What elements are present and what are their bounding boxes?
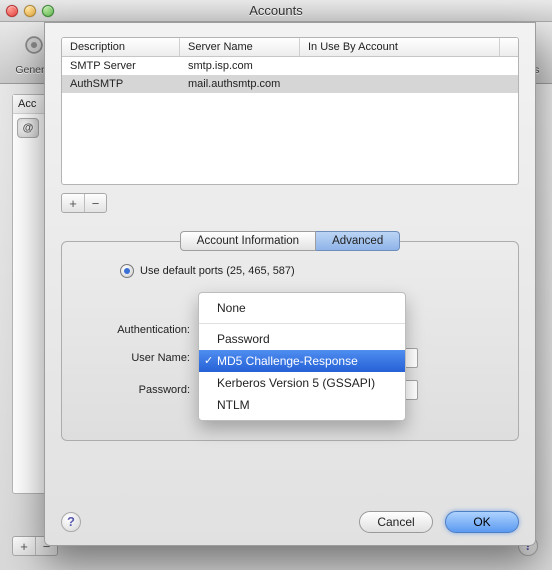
password-label: Password: [80, 384, 190, 396]
sidebar-header: Acc [13, 95, 47, 114]
auth-option-kerberos[interactable]: Kerberos Version 5 (GSSAPI) [199, 372, 405, 394]
cancel-button[interactable]: Cancel [359, 511, 433, 533]
auth-option-none[interactable]: None [199, 297, 405, 319]
column-server-name[interactable]: Server Name [180, 38, 300, 56]
column-description[interactable]: Description [62, 38, 180, 56]
cell-in-use-by [300, 75, 518, 93]
cell-description: AuthSMTP [62, 75, 180, 93]
username-label: User Name: [80, 352, 190, 364]
default-ports-row[interactable]: Use default ports (25, 465, 587) [120, 264, 500, 278]
radio-default-ports[interactable] [120, 264, 134, 278]
sidebar-add-button[interactable]: + [13, 537, 35, 555]
tab-account-information[interactable]: Account Information [180, 231, 316, 251]
server-table-header: Description Server Name In Use By Accoun… [62, 38, 518, 57]
dropdown-separator [199, 323, 405, 324]
auth-option-password[interactable]: Password [199, 328, 405, 350]
sidebar-account-row[interactable]: @ [13, 114, 47, 142]
column-spacer [500, 38, 518, 56]
cell-server-name: mail.authsmtp.com [180, 75, 300, 93]
server-remove-button[interactable]: − [84, 194, 106, 212]
detail-tabs: Account Information Advanced [180, 231, 400, 251]
tab-advanced[interactable]: Advanced [316, 231, 400, 251]
server-row[interactable]: AuthSMTP mail.authsmtp.com [62, 75, 518, 93]
cell-description: SMTP Server [62, 57, 180, 75]
cell-in-use-by [300, 57, 518, 75]
authentication-label: Authentication: [80, 324, 190, 336]
cell-server-name: smtp.isp.com [180, 57, 300, 75]
accounts-sidebar: Acc @ [12, 94, 48, 494]
server-row[interactable]: SMTP Server smtp.isp.com [62, 57, 518, 75]
window-titlebar: Accounts [0, 0, 552, 22]
server-add-remove: + − [61, 193, 107, 213]
smtp-server-sheet: Description Server Name In Use By Accoun… [44, 22, 536, 546]
auth-option-ntlm[interactable]: NTLM [199, 394, 405, 416]
auth-option-md5[interactable]: MD5 Challenge-Response [199, 350, 405, 372]
ok-button[interactable]: OK [445, 511, 519, 533]
advanced-panel: Use default ports (25, 465, 587) Authent… [61, 241, 519, 441]
column-in-use-by[interactable]: In Use By Account [300, 38, 500, 56]
sheet-help-button[interactable]: ? [61, 512, 81, 532]
authentication-dropdown[interactable]: None Password MD5 Challenge-Response Ker… [198, 292, 406, 421]
server-add-button[interactable]: + [62, 194, 84, 212]
window-title: Accounts [0, 3, 552, 18]
server-table: Description Server Name In Use By Accoun… [61, 37, 519, 185]
at-icon: @ [17, 118, 39, 138]
default-ports-label: Use default ports (25, 465, 587) [140, 265, 295, 277]
